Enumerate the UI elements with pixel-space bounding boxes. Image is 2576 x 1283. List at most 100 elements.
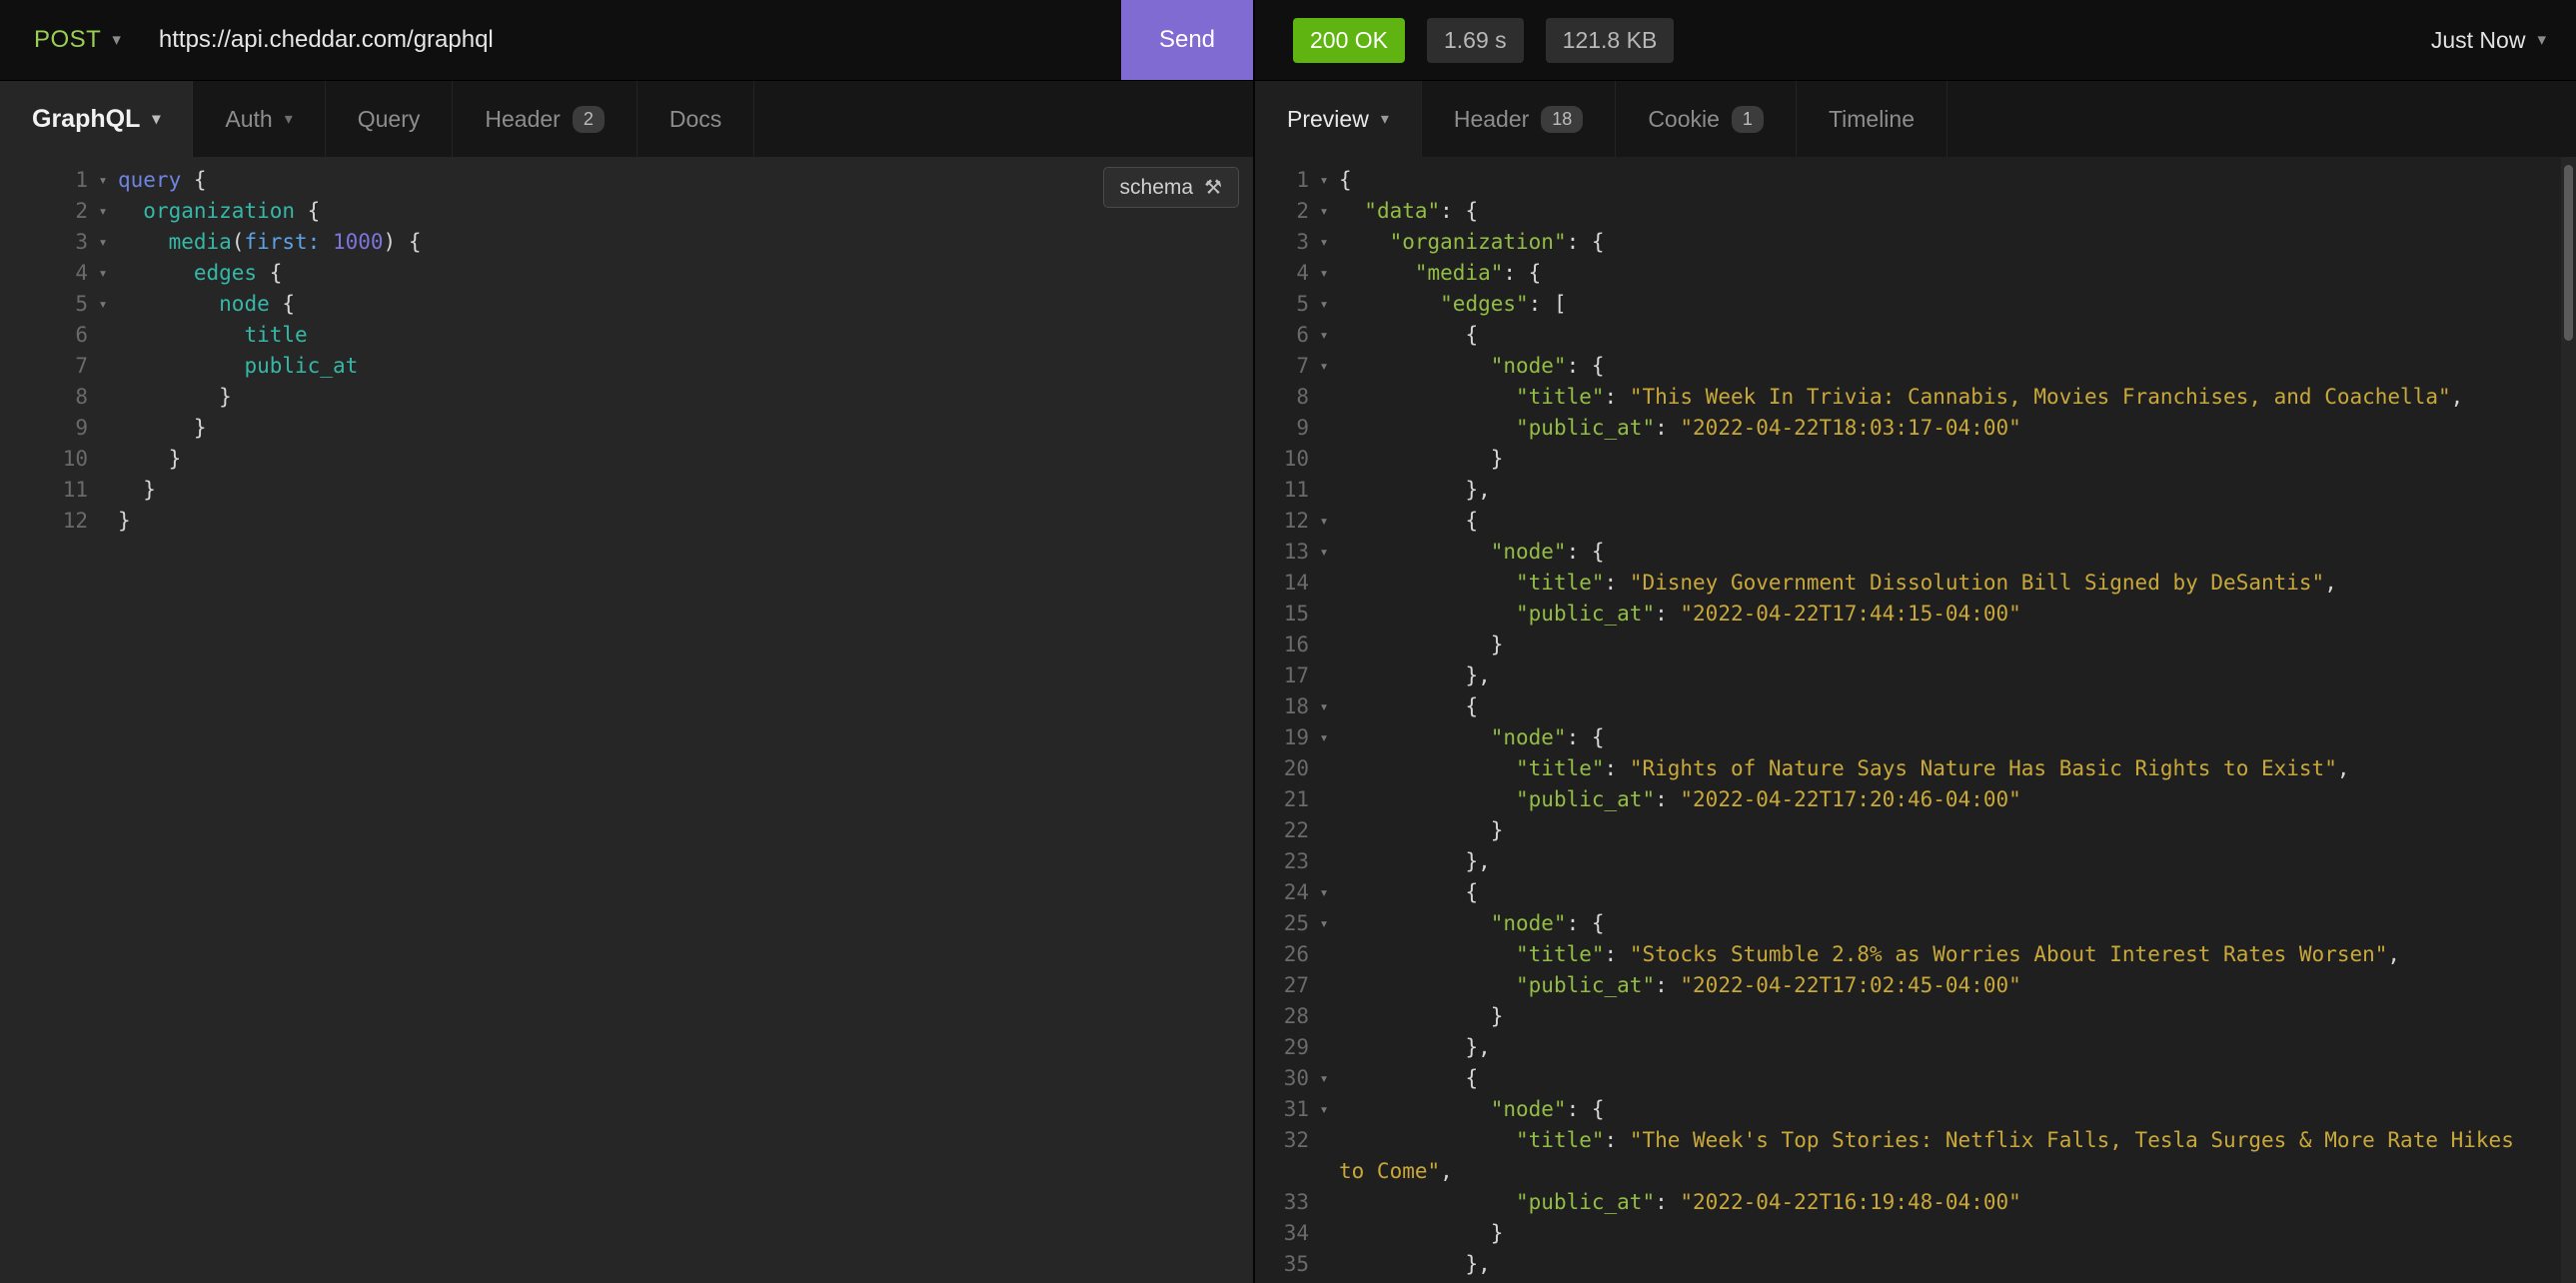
code-line: 9 } [0,413,1253,444]
fold-arrow-icon[interactable]: ▾ [88,165,118,196]
fold-arrow-icon[interactable]: ▾ [88,289,118,320]
tab-response-header[interactable]: Header 18 [1422,81,1616,157]
tab-timeline-label: Timeline [1829,106,1915,133]
fold-arrow-icon[interactable]: ▾ [1309,196,1339,227]
chevron-down-icon: ▾ [285,109,293,129]
code-line: 14 "title": "Disney Government Dissoluti… [1255,568,2576,599]
tab-cookie-label: Cookie [1648,106,1720,133]
fold-arrow-icon[interactable]: ▾ [1309,877,1339,908]
line-number: 6 [0,320,88,351]
code-text: "node": { [1339,722,2576,753]
send-button[interactable]: Send [1121,0,1253,80]
tab-header[interactable]: Header 2 [453,81,637,157]
method-dropdown[interactable]: POST ▾ [34,26,121,54]
fold-arrow-icon[interactable]: ▾ [1309,537,1339,568]
code-line: 20 "title": "Rights of Nature Says Natur… [1255,753,2576,784]
code-text: "public_at": "2022-04-22T16:19:48-04:00" [1339,1187,2576,1218]
code-text: }, [1339,1032,2576,1063]
line-number: 23 [1255,846,1309,877]
body-type-label: GraphQL [32,105,140,134]
code-text: "public_at": "2022-04-22T18:03:17-04:00" [1339,413,2576,444]
line-number: 1 [0,165,88,196]
code-text: } [1339,1218,2576,1249]
code-line: 12▾ { [1255,506,2576,537]
fold-arrow-icon[interactable]: ▾ [1309,289,1339,320]
tab-preview[interactable]: Preview ▾ [1255,81,1422,157]
code-line: 13▾ "node": { [1255,537,2576,568]
query-editor-lines: 1▾query {2▾ organization {3▾ media(first… [0,157,1253,537]
line-number: 8 [1255,382,1309,413]
scrollbar-thumb[interactable] [2564,165,2573,341]
code-line: 8 "title": "This Week In Trivia: Cannabi… [1255,382,2576,413]
chevron-down-icon: ▾ [2537,30,2546,50]
code-line: 30▾ { [1255,1063,2576,1094]
line-number: 1 [1255,165,1309,196]
code-text: "title": "Rights of Nature Says Nature H… [1339,753,2576,784]
code-text: "title": "Disney Government Dissolution … [1339,568,2576,599]
cookie-count-badge: 1 [1732,106,1764,133]
code-text: { [1339,506,2576,537]
code-text: "node": { [1339,537,2576,568]
history-dropdown[interactable]: Just Now ▾ [2431,27,2546,54]
tab-cookie[interactable]: Cookie 1 [1616,81,1797,157]
code-line: 15 "public_at": "2022-04-22T17:44:15-04:… [1255,599,2576,630]
response-header-count-badge: 18 [1541,106,1583,133]
schema-button[interactable]: schema ⚒ [1103,167,1239,208]
fold-arrow-icon[interactable]: ▾ [1309,506,1339,537]
line-number: 9 [1255,413,1309,444]
fold-arrow-icon[interactable]: ▾ [1309,351,1339,382]
tab-header-label: Header [485,106,560,133]
fold-arrow-icon[interactable]: ▾ [1309,1063,1339,1094]
code-text: } [1339,815,2576,846]
code-line: 7▾ "node": { [1255,351,2576,382]
code-line: 25▾ "node": { [1255,908,2576,939]
fold-arrow-icon[interactable]: ▾ [1309,1094,1339,1125]
code-text: "data": { [1339,196,2576,227]
line-number: 32 [1255,1125,1309,1156]
fold-arrow-icon[interactable]: ▾ [1309,908,1339,939]
code-text: "node": { [1339,908,2576,939]
tab-timeline[interactable]: Timeline [1797,81,1947,157]
line-number: 29 [1255,1032,1309,1063]
tab-auth[interactable]: Auth ▾ [193,81,325,157]
tab-query[interactable]: Query [326,81,454,157]
tab-docs[interactable]: Docs [638,81,754,157]
fold-arrow-icon[interactable]: ▾ [1309,165,1339,196]
line-number: 13 [1255,537,1309,568]
fold-arrow-icon[interactable]: ▾ [1309,320,1339,351]
line-number: 7 [0,351,88,382]
fold-arrow-icon[interactable]: ▾ [88,258,118,289]
tab-docs-label: Docs [669,106,721,133]
fold-arrow-icon[interactable]: ▾ [88,227,118,258]
code-line: 3▾ "organization": { [1255,227,2576,258]
fold-arrow-icon[interactable]: ▾ [88,196,118,227]
fold-arrow-icon[interactable]: ▾ [1309,691,1339,722]
chevron-down-icon: ▾ [112,30,121,50]
code-line: 34 } [1255,1218,2576,1249]
response-tabs: Preview ▾ Header 18 Cookie 1 Timeline [1255,81,2576,157]
fold-arrow-icon[interactable]: ▾ [1309,227,1339,258]
url-input[interactable]: https://api.cheddar.com/graphql [159,26,494,54]
line-number: 11 [1255,475,1309,506]
fold-arrow-icon[interactable]: ▾ [1309,258,1339,289]
code-text: }, [1339,1249,2576,1280]
method-label: POST [34,26,101,54]
body-type-dropdown[interactable]: GraphQL ▾ [0,81,193,157]
code-text: } [1339,1001,2576,1032]
code-text: } [118,382,1253,413]
code-text: node { [118,289,1253,320]
chevron-down-icon: ▾ [1381,109,1389,129]
code-line: 4▾ edges { [0,258,1253,289]
code-line: 3▾ media(first: 1000) { [0,227,1253,258]
code-line: 9 "public_at": "2022-04-22T18:03:17-04:0… [1255,413,2576,444]
line-number: 17 [1255,660,1309,691]
code-text: query { [118,165,1253,196]
fold-arrow-icon[interactable]: ▾ [1309,722,1339,753]
code-line: 1▾{ [1255,165,2576,196]
code-line: 2▾ "data": { [1255,196,2576,227]
line-number: 33 [1255,1187,1309,1218]
line-number: 24 [1255,877,1309,908]
response-viewer-lines: 1▾{2▾ "data": {3▾ "organization": {4▾ "m… [1255,157,2576,1283]
line-number: 3 [1255,227,1309,258]
query-editor[interactable]: schema ⚒ 1▾query {2▾ organization {3▾ me… [0,157,1255,1283]
